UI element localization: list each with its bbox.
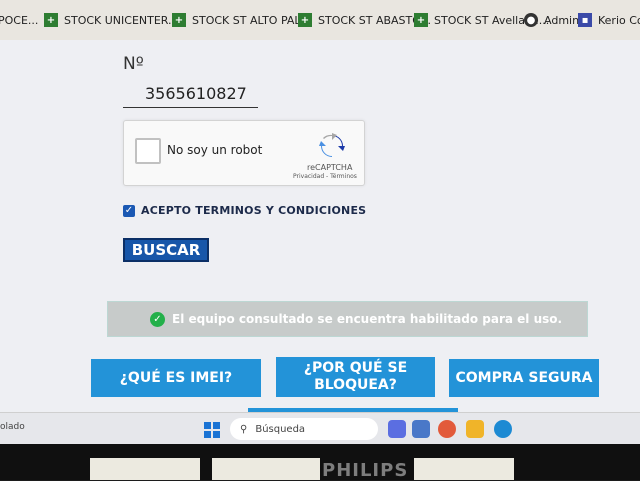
imei-input[interactable] — [123, 80, 258, 108]
result-message: El equipo consultado se encuentra habili… — [172, 312, 563, 326]
kerio-icon: ▪ — [578, 13, 592, 27]
edge-icon[interactable] — [494, 420, 512, 438]
windows-start-icon[interactable] — [204, 422, 220, 438]
calculator-app-icon[interactable] — [412, 420, 430, 438]
check-circle-icon: ✓ — [150, 312, 165, 327]
spreadsheet-icon: + — [172, 13, 186, 27]
recaptcha-brand: reCAPTCHA — [307, 163, 353, 172]
file-explorer-icon[interactable] — [466, 420, 484, 438]
bookmark-item[interactable]: POCE... — [0, 10, 38, 30]
number-label: Nº — [123, 54, 144, 74]
bookmark-item[interactable]: + STOCK ST ABASTO... — [298, 10, 431, 30]
bookmark-item[interactable]: + STOCK ST ALTO PAL... — [172, 10, 311, 30]
safe-purchase-button[interactable]: COMPRA SEGURA — [449, 359, 599, 397]
search-icon: ⚲ — [240, 423, 248, 435]
bookmark-label: Admin — [544, 13, 580, 27]
bookmark-label: Kerio Conne — [598, 13, 640, 27]
recaptcha-widget: No soy un robot reCAPTCHA Privacidad - T… — [123, 120, 365, 186]
bookmark-label: STOCK ST ALTO PAL... — [192, 13, 312, 27]
monitor-brand: PHILIPS — [322, 460, 409, 481]
terms-checkbox[interactable]: ✓ — [123, 204, 135, 217]
result-status-banner: ✓ El equipo consultado se encuentra habi… — [107, 301, 588, 337]
bookmark-item[interactable]: + STOCK UNICENTER... — [44, 10, 179, 30]
recaptcha-logo-icon — [319, 133, 345, 157]
recaptcha-links[interactable]: Privacidad - Términos — [293, 173, 357, 180]
monitor-bezel: PHILIPS — [0, 444, 640, 481]
taskbar-search[interactable]: ⚲ Búsqueda — [230, 418, 378, 440]
bookmark-label: POCE... — [0, 13, 39, 27]
recaptcha-checkbox[interactable] — [135, 138, 161, 164]
search-button[interactable]: BUSCAR — [123, 238, 209, 262]
spreadsheet-icon: + — [414, 13, 428, 27]
terms-label: ACEPTO TERMINOS Y CONDICIONES — [141, 204, 367, 217]
why-blocked-button[interactable]: ¿POR QUÉ SE BLOQUEA? — [276, 357, 435, 397]
spreadsheet-icon: + — [298, 13, 312, 27]
what-is-imei-button[interactable]: ¿QUÉ ES IMEI? — [91, 359, 261, 397]
barcode-sticker — [212, 458, 320, 480]
taskbar: olado ⚲ Búsqueda — [0, 412, 640, 445]
bookmark-item[interactable]: ● Admin — [524, 10, 579, 30]
bookmarks-bar: POCE... + STOCK UNICENTER... + STOCK ST … — [0, 0, 640, 40]
terms-row[interactable]: ✓ ACEPTO TERMINOS Y CONDICIONES — [123, 204, 366, 217]
bookmark-item[interactable]: ▪ Kerio Conne — [578, 10, 640, 30]
bookmark-label: STOCK UNICENTER... — [64, 13, 179, 27]
chrome-icon[interactable] — [438, 420, 456, 438]
spreadsheet-icon: + — [44, 13, 58, 27]
globe-icon: ● — [524, 13, 538, 27]
chat-app-icon[interactable] — [388, 420, 406, 438]
barcode-sticker — [90, 458, 200, 480]
search-placeholder: Búsqueda — [255, 423, 306, 435]
recaptcha-label: No soy un robot — [167, 143, 263, 157]
barcode-sticker — [414, 458, 514, 480]
taskbar-status-text: olado — [0, 422, 25, 432]
imei-check-page: Nº No soy un robot reCAPTCHA Privacidad … — [0, 40, 640, 412]
